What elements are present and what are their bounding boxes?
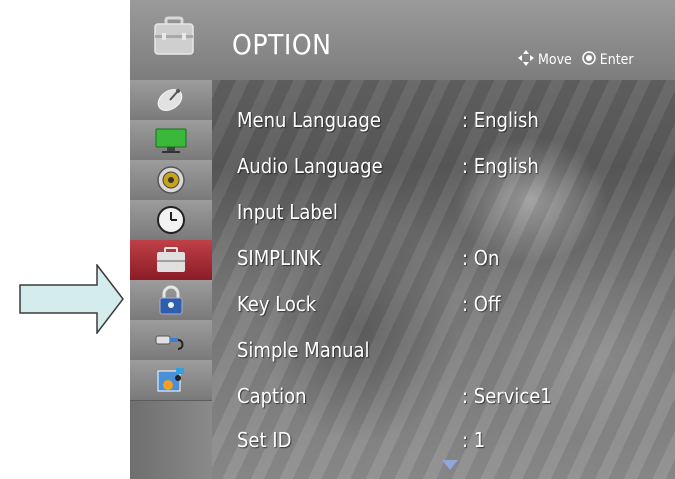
sidebar-item-input[interactable]	[130, 320, 212, 361]
sidebar-item-usb-media[interactable]	[130, 360, 212, 401]
sidebar-item-audio[interactable]	[130, 160, 212, 201]
toolbox-icon	[157, 247, 185, 272]
set-id-value: : 1	[462, 428, 486, 452]
sidebar-item-lock[interactable]	[130, 280, 212, 321]
menu-language-value: : English	[462, 108, 539, 132]
menu-item-input-label[interactable]: Input Label	[237, 200, 338, 224]
menu-item-simplink[interactable]: SIMPLINK	[237, 246, 321, 270]
directional-pad-icon	[518, 50, 534, 70]
audio-language-value: : English	[462, 154, 539, 178]
input-plug-icon	[155, 335, 184, 350]
pointer-arrow-icon	[19, 264, 124, 334]
monitor-icon	[155, 128, 187, 153]
simplink-value: : On	[462, 246, 500, 270]
tv-screen: OPTION Move Enter Menu Language: Englis…	[130, 0, 675, 479]
menu-item-key-lock[interactable]: Key Lock	[237, 292, 316, 316]
menu-item-audio-language[interactable]: Audio Language	[237, 154, 383, 178]
sidebar-item-time[interactable]	[130, 200, 212, 241]
menu-item-caption[interactable]: Caption	[237, 384, 306, 408]
caption-value: : Service1	[462, 384, 552, 408]
page-title: OPTION	[232, 28, 332, 61]
menu-item-menu-language[interactable]: Menu Language	[237, 108, 381, 132]
speaker-icon	[157, 166, 185, 194]
media-icon	[157, 368, 184, 392]
sidebar-item-option[interactable]	[130, 240, 212, 281]
category-sidebar	[130, 80, 212, 479]
menu-item-set-id[interactable]: Set ID	[237, 428, 291, 452]
menu-item-simple-manual[interactable]: Simple Manual	[237, 338, 370, 362]
move-hint-label: Move	[538, 52, 572, 68]
key-lock-value: : Off	[462, 292, 501, 316]
toolbox-icon	[154, 16, 194, 55]
clock-icon	[157, 206, 185, 234]
menu-header: OPTION Move Enter	[130, 0, 675, 80]
enter-hint-label: Enter	[599, 52, 634, 68]
enter-button-icon	[582, 51, 596, 69]
scroll-down-icon[interactable]	[442, 460, 458, 470]
sidebar-item-picture[interactable]	[130, 120, 212, 161]
sidebar-item-channel[interactable]	[130, 80, 212, 121]
navigation-hint: Move Enter	[518, 50, 634, 70]
satellite-dish-icon	[157, 89, 183, 111]
padlock-icon	[159, 285, 183, 315]
